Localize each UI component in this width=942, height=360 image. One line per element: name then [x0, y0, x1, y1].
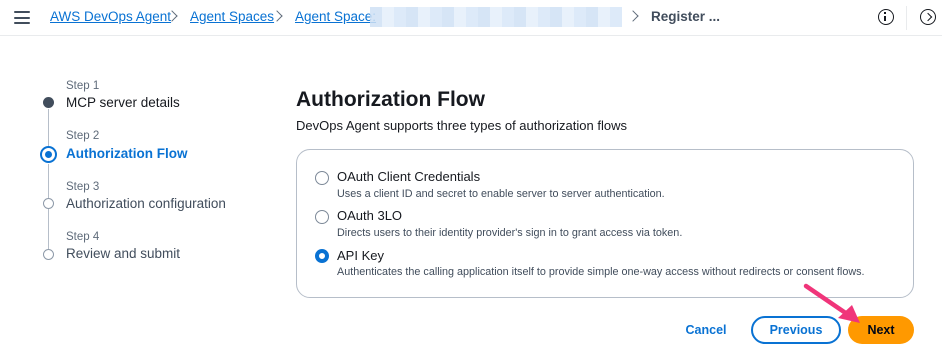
oauth-client-credentials-label[interactable]: OAuth Client Credentials [337, 169, 480, 184]
step-completed-icon [43, 97, 54, 108]
oauth-3lo-label[interactable]: OAuth 3LO [337, 208, 402, 223]
step-2-title: Authorization Flow [66, 146, 188, 161]
api-key-label[interactable]: API Key [337, 248, 384, 263]
previous-button[interactable]: Previous [751, 316, 841, 344]
cancel-button[interactable]: Cancel [676, 319, 736, 341]
breadcrumb-aws-devops-agent[interactable]: AWS DevOps Agent [50, 9, 171, 24]
breadcrumb-agent-space[interactable]: Agent Space: [295, 9, 376, 24]
stepper-connector [48, 164, 49, 198]
step-1-label: Step 1 [66, 80, 100, 92]
stepper-connector [48, 209, 49, 249]
breadcrumb-separator-icon [627, 10, 639, 22]
breadcrumb-current-page: Register ... [651, 9, 721, 24]
redacted-space-name [370, 7, 622, 27]
step-pending-icon [43, 249, 54, 260]
step-pending-icon [43, 198, 54, 209]
oauth-client-credentials-description: Uses a client ID and secret to enable se… [337, 188, 665, 200]
info-icon[interactable] [878, 9, 894, 25]
oauth-client-credentials-radio[interactable] [315, 171, 329, 185]
step-active-icon [40, 146, 57, 163]
oauth-3lo-description: Directs users to their identity provider… [337, 227, 683, 239]
top-navigation-bar: AWS DevOps Agent Agent Spaces Agent Spac… [0, 0, 942, 36]
step-2-label: Step 2 [66, 130, 100, 142]
stepper-connector [48, 109, 49, 146]
api-key-description: Authenticates the calling application it… [337, 266, 865, 278]
step-4-title: Review and submit [66, 246, 181, 261]
oauth-3lo-radio[interactable] [315, 210, 329, 224]
hamburger-menu-icon[interactable] [14, 11, 30, 24]
step-3-label: Step 3 [66, 181, 100, 193]
breadcrumb-agent-spaces[interactable]: Agent Spaces [190, 9, 274, 24]
page-title: Authorization Flow [296, 88, 485, 111]
next-button[interactable]: Next [848, 316, 914, 344]
page-description: DevOps Agent supports three types of aut… [296, 118, 627, 133]
step-3-title: Authorization configuration [66, 196, 226, 211]
api-key-radio[interactable] [315, 249, 329, 263]
step-1-title[interactable]: MCP server details [66, 95, 180, 110]
feedback-icon[interactable] [920, 9, 936, 25]
toolbar-divider [906, 6, 907, 30]
step-4-label: Step 4 [66, 231, 100, 243]
